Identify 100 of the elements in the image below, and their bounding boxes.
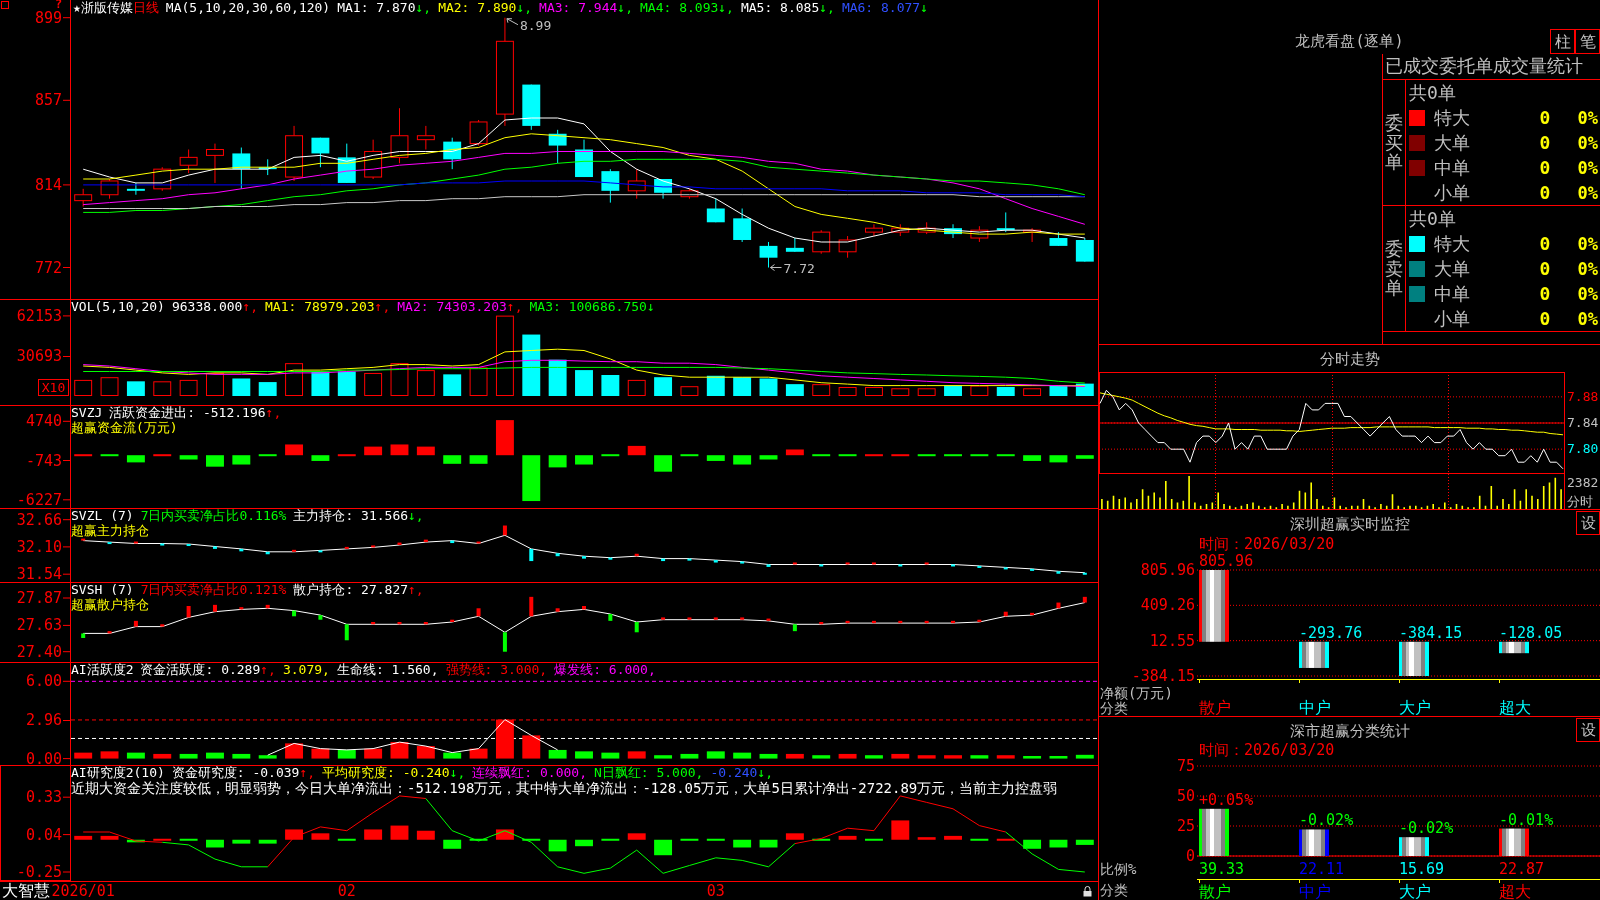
axis-tick-label: 6.00 [25, 672, 62, 691]
category-label: 大户 [1399, 882, 1431, 900]
indicator-value: 生命线: 1.560, [336, 662, 439, 677]
fund-flow-bar [443, 455, 462, 464]
value-label: 22.11 [1299, 860, 1345, 878]
indicator-value: MA2: 7.890↓, [438, 0, 533, 15]
category-label: 中户 [1299, 882, 1331, 900]
activity-bar [390, 742, 409, 759]
change-tick-bar [951, 620, 956, 624]
change-tick-bar [476, 608, 481, 617]
research-bar [522, 838, 541, 841]
date-axis-label: 03 [706, 882, 725, 900]
settings-button[interactable]: 设 [1576, 511, 1600, 535]
change-tick-bar [713, 560, 718, 563]
candlestick [680, 188, 699, 200]
order-size-label: 特大 [1434, 232, 1470, 255]
section-title: 分时走势 [1319, 348, 1380, 369]
axis-tick-label: 7.84 [1567, 415, 1599, 430]
activity-bar [733, 752, 752, 759]
research-bar [548, 839, 567, 852]
indicator-title: 超赢散户持仓 [71, 597, 149, 612]
fund-flow-bar [126, 455, 145, 463]
axis-title: 净额(万元) [1100, 685, 1173, 701]
candlestick [100, 178, 119, 200]
fund-flow-bar [865, 454, 883, 457]
change-tick-bar [713, 617, 718, 620]
candlestick [153, 166, 172, 192]
fund-flow-bar [812, 454, 831, 457]
volume-bar [759, 378, 778, 396]
date-axis-label: 2026/01 [51, 882, 115, 900]
timestamp: 时间：2026/03/20 [1199, 537, 1335, 552]
view-toggle-button[interactable]: 笔 [1575, 28, 1600, 54]
research-bar [311, 833, 330, 840]
axis-tick-label: 4740 [25, 412, 62, 431]
indicator-value: 爆发线: 6.000, [554, 662, 656, 677]
indicator-name: SVSH (7) [71, 582, 134, 597]
fund-flow-bar [390, 444, 409, 456]
settings-button[interactable]: 设 [1576, 718, 1600, 742]
table-title: 已成交委托单成交量统计 [1383, 54, 1600, 80]
axis-tick-label: 0.33 [25, 788, 62, 807]
change-tick-bar [924, 620, 929, 624]
indicator-value: MA4: 8.093↓, [640, 0, 734, 15]
price-extreme-label: 8.99 [519, 17, 552, 33]
research-bar [759, 839, 778, 848]
candlestick [522, 84, 541, 131]
candlestick [258, 158, 277, 176]
candlestick [944, 223, 962, 239]
order-size-label: 中单 [1434, 156, 1470, 179]
indicator-value: 活跃资金进出: -512.196↑, [109, 405, 282, 420]
research-bar [100, 835, 119, 840]
chart-period-label: 日线 [132, 0, 159, 15]
candlestick [548, 129, 567, 164]
change-tick-bar [1030, 568, 1035, 571]
fund-flow-bar [917, 454, 936, 457]
view-toggle-button[interactable]: 柱 [1550, 28, 1575, 54]
research-bar [970, 838, 989, 841]
activity-bar [311, 748, 330, 759]
fund-flow-bar [548, 455, 567, 468]
category-bar [1499, 828, 1529, 856]
activity-bar [1075, 754, 1094, 759]
unit-badge: X10 [38, 379, 69, 396]
fund-flow-bar [364, 446, 383, 456]
change-tick-bar [239, 607, 244, 610]
candlestick [206, 143, 224, 184]
change-tick-bar [107, 542, 112, 545]
volume-bar [74, 379, 93, 396]
indicator-value: MA6: 8.077↓ [841, 0, 928, 15]
volume-bar [548, 359, 567, 396]
fund-flow-bar [495, 420, 514, 456]
axis-tick-label: 7.80 [1567, 441, 1599, 457]
activity-bar [126, 752, 145, 759]
change-tick-bar [819, 622, 824, 625]
change-tick-bar [107, 631, 112, 634]
axis-title: 比例% [1100, 861, 1137, 877]
brand-name: 大智慧 [2, 882, 50, 900]
change-tick-bar [450, 540, 455, 544]
candlestick [364, 139, 383, 180]
volume-bar [785, 384, 804, 396]
candlestick [443, 137, 462, 170]
activity-bar [443, 752, 462, 759]
category-bar [1199, 570, 1229, 642]
change-tick-bar [740, 561, 745, 564]
category-label: 散户 [1199, 882, 1231, 900]
activity-bar [785, 753, 804, 759]
volume-bar [944, 385, 962, 396]
lock-icon[interactable] [1083, 885, 1092, 897]
indicator-value: MA2: 74303.203↑, [397, 299, 523, 314]
candlestick [1023, 227, 1042, 243]
candlestick [126, 182, 145, 196]
square-icon [1, 1, 9, 9]
value-label: 805.96 [1199, 552, 1254, 570]
volume-bar [865, 387, 883, 396]
candlestick [654, 178, 673, 200]
research-bar [785, 833, 804, 840]
change-tick-bar [1030, 612, 1035, 616]
indicator-value: 强势线: 3.000, [445, 662, 548, 677]
category-label: 超大 [1499, 698, 1531, 716]
volume-peak-label: 2382 [1567, 475, 1599, 490]
axis-tick-label: 2.96 [25, 711, 62, 730]
fund-flow-bar [285, 444, 303, 456]
